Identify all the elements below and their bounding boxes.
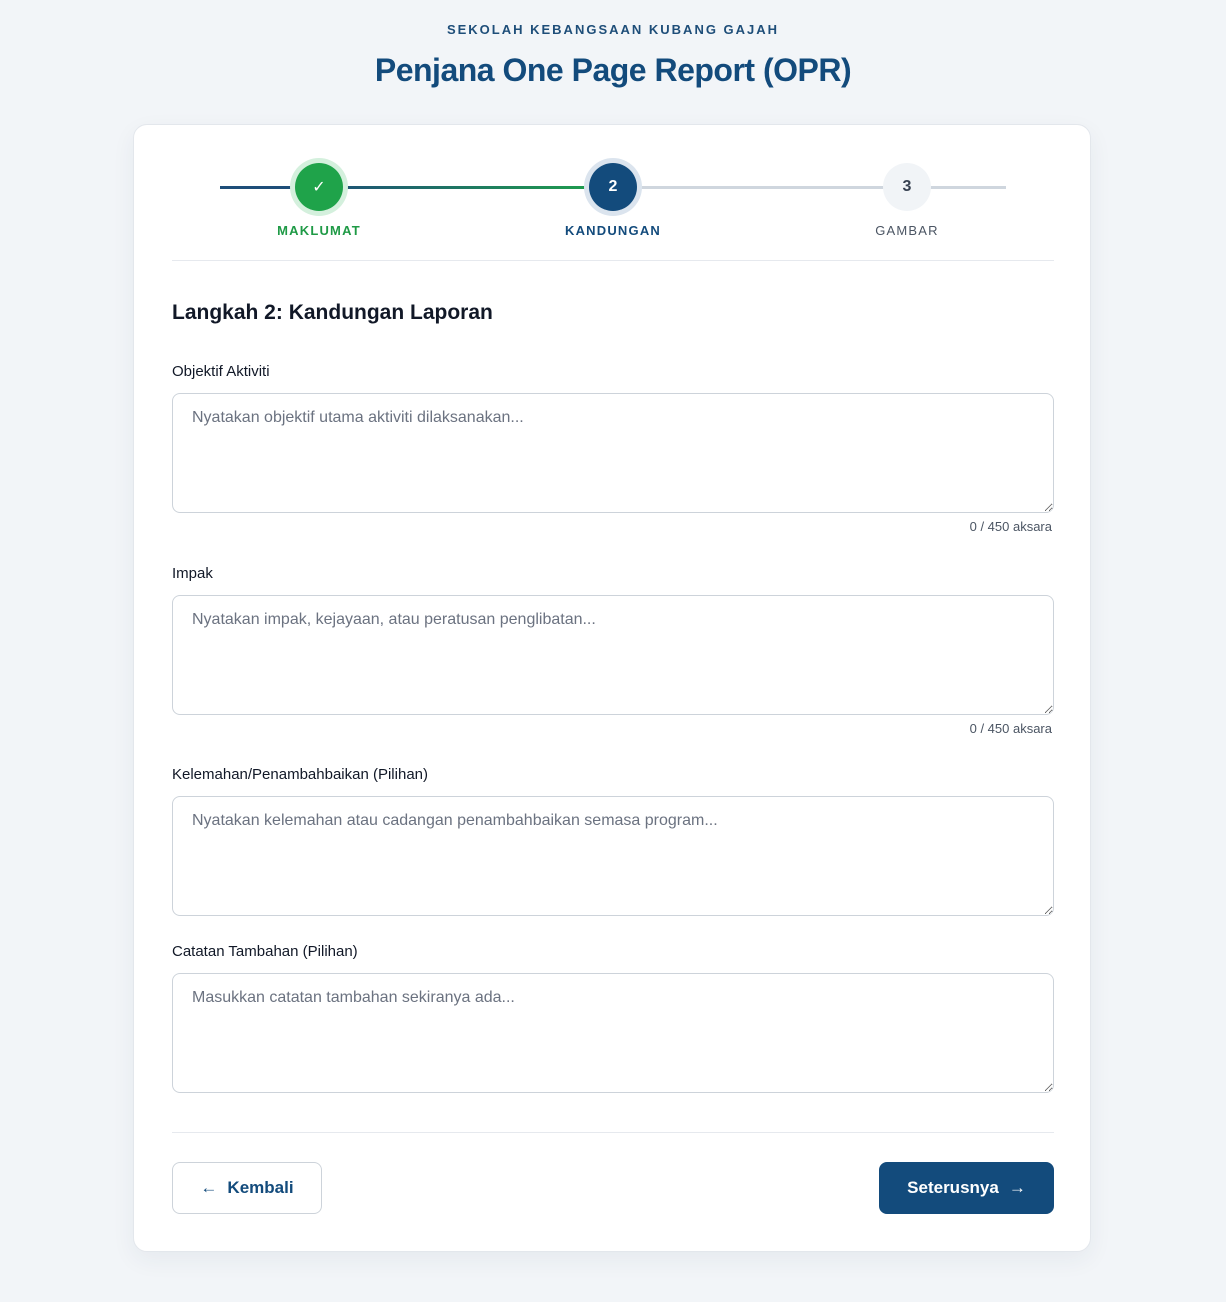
arrow-left-icon: ←	[200, 1178, 218, 1197]
back-button-label: Kembali	[227, 1178, 294, 1197]
improvement-label: Kelemahan/Penambahbaikan (Pilihan)	[172, 766, 428, 783]
impact-char-counter: 0 / 450 aksara	[969, 721, 1052, 736]
notes-label: Catatan Tambahan (Pilihan)	[172, 943, 358, 960]
step-1-label: MAKLUMAT	[277, 223, 361, 238]
objective-textarea[interactable]	[172, 393, 1054, 513]
objective-char-counter: 0 / 450 aksara	[969, 519, 1052, 534]
stepper-divider	[172, 260, 1054, 261]
form-card: ✓ 2 3 MAKLUMAT KANDUNGAN GAMBAR Langkah …	[133, 124, 1091, 1252]
step-2-circle[interactable]: 2	[589, 163, 637, 211]
step-2-label: KANDUNGAN	[564, 223, 662, 238]
actions-divider	[172, 1132, 1054, 1133]
notes-textarea[interactable]	[172, 973, 1054, 1093]
page-title: Penjana One Page Report (OPR)	[374, 52, 852, 88]
step-3-circle[interactable]: 3	[883, 163, 931, 211]
impact-label: Impak	[172, 565, 213, 582]
impact-textarea[interactable]	[172, 595, 1054, 715]
step-3-label: GAMBAR	[875, 223, 939, 238]
section-title: Langkah 2: Kandungan Laporan	[172, 301, 493, 324]
school-name: SEKOLAH KEBANGSAAN KUBANG GAJAH	[446, 22, 780, 37]
back-button[interactable]: ← Kembali	[172, 1162, 322, 1214]
arrow-right-icon: →	[1008, 1178, 1026, 1197]
progress-stepper: ✓ 2 3 MAKLUMAT KANDUNGAN GAMBAR	[134, 125, 1092, 261]
stepper-track-progress	[319, 186, 613, 189]
stepper-track-pending	[613, 186, 1006, 189]
next-button[interactable]: Seterusnya →	[879, 1162, 1054, 1214]
step-1-check-icon[interactable]: ✓	[295, 163, 343, 211]
objective-label: Objektif Aktiviti	[172, 363, 270, 380]
next-button-label: Seterusnya	[907, 1178, 999, 1197]
improvement-textarea[interactable]	[172, 796, 1054, 916]
